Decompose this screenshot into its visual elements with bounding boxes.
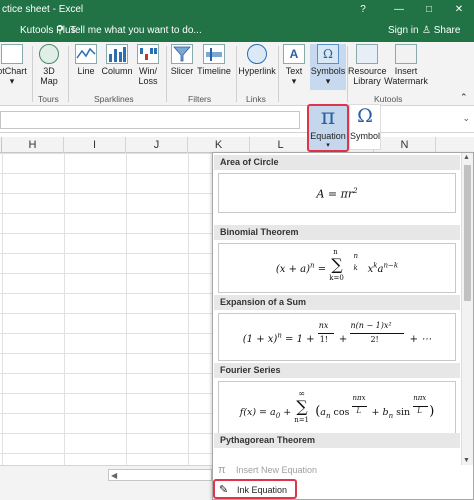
ribbon-tab-row: Kutools Plus ⚲ Tell me what you want to … [0,20,474,42]
pi-icon: π [218,464,226,476]
close-button[interactable]: ✕ [448,2,470,18]
resource-library-button[interactable]: Resource Library [348,44,387,90]
column-header-j[interactable]: J [126,137,188,153]
omega-icon: Ω [357,105,373,127]
gallery-section-header: Expansion of a Sum [214,295,460,310]
gallery-vertical-scrollbar[interactable]: ▲ ▼ [461,153,473,465]
pi-icon: π [320,105,336,130]
symbol-button-label: Symbol [350,131,381,141]
watermark-icon [395,44,417,64]
pivotchart-button[interactable]: otChart ▾ [0,44,30,90]
column-sparkline-icon [106,44,128,64]
worksheet-grid[interactable] [0,153,214,465]
ink-equation-menu-item[interactable]: ✎ Ink Equation [213,479,297,499]
group-separator [236,46,237,102]
3d-map-button[interactable]: 3D Map [34,44,64,90]
scrollbar-thumb[interactable] [464,165,471,301]
omega-icon: Ω [317,44,339,64]
timeline-button[interactable]: Timeline [196,44,232,90]
group-label-tours: Tours [38,94,59,104]
person-icon: ♙ [422,25,431,36]
globe-icon [39,44,59,64]
slicer-button[interactable]: Slicer [168,44,196,90]
column-header-i[interactable]: I [64,137,126,153]
horizontal-scrollbar[interactable]: ◀ [108,469,212,481]
minimize-button[interactable]: — [388,2,410,18]
group-separator [166,46,167,102]
column-header-h[interactable]: H [2,137,64,153]
ribbon: otChart ▾ 3D Map Tours Line Column Win/ … [0,42,474,106]
equation-expansion-of-a-sum[interactable]: (1 + x)n = 1 + nx 1! + n(n − 1)x² 2! + ⋯ [218,313,456,361]
group-label-links: Links [246,94,266,104]
gallery-section-header: Pythagorean Theorem [214,433,460,448]
group-separator [32,46,33,102]
text-box-icon: A [283,44,305,64]
share-button[interactable]: ♙ Share [422,25,460,36]
window-title: ctice sheet - Excel [2,4,84,15]
sparkline-winloss-button[interactable]: Win/ Loss [134,44,162,90]
expand-formula-bar-icon[interactable]: ⌄ [462,113,470,124]
group-label-filters: Filters [188,94,212,104]
text-button[interactable]: A Text ▾ [280,44,308,90]
equation-gallery: Area of Circle A = πr2 Binomial Theorem … [212,152,474,500]
column-header-k[interactable]: K [188,137,250,153]
formula-input[interactable] [0,111,300,129]
sparkline-column-button[interactable]: Column [100,44,134,90]
group-label-sparklines: Sparklines [94,94,134,104]
dropdown-caret-icon: ▾ [9,76,15,86]
globe-link-icon [247,44,267,64]
gallery-section-header: Binomial Theorem [214,225,460,240]
timeline-icon [203,44,225,64]
title-bar: ctice sheet - Excel ? — □ ✕ [0,0,474,20]
maximize-button[interactable]: □ [418,2,440,18]
group-separator [68,46,69,102]
column-header-row: H I J K L M N [0,137,474,153]
sheet-bottom-bar: ◀ [0,465,214,500]
dropdown-caret-icon: ▾ [325,76,331,86]
insert-watermark-button[interactable]: Insert Watermark [384,44,428,90]
gallery-section-header: Fourier Series [214,363,460,378]
dropdown-caret-icon: ▾ [326,142,330,149]
winloss-sparkline-icon [137,44,159,64]
equation-button-label: Equation [310,131,346,141]
group-separator [278,46,279,102]
insert-new-equation-menu-item[interactable]: π Insert New Equation [214,461,472,479]
equation-button[interactable]: π Equation ▾ [307,104,349,152]
collapse-ribbon-icon[interactable]: ⌃ [460,92,468,103]
ink-pen-icon: ✎ [219,484,229,496]
symbol-button[interactable]: Ω Symbol [349,104,381,150]
lightbulb-icon: ⚲ [56,24,65,36]
library-icon [356,44,378,64]
symbols-button[interactable]: Ω Symbols ▾ [310,44,346,90]
sign-in-link[interactable]: Sign in [388,25,419,36]
tell-me-search[interactable]: Tell me what you want to do... [70,25,202,36]
formula-bar: ⌄ [0,107,474,133]
group-label-kutools: Kutools [374,94,403,104]
help-button[interactable]: ? [352,2,374,18]
column-header-l[interactable]: L [250,137,312,153]
equation-binomial-theorem[interactable]: (x + a)n = n ∑ k=0 n k xkan−k [218,243,456,293]
slicer-icon [171,44,193,64]
pivotchart-icon [1,44,23,64]
scroll-up-icon[interactable]: ▲ [463,154,470,161]
scroll-left-icon[interactable]: ◀ [111,470,117,481]
equation-fourier-series[interactable]: f(x) = a0 + ∞ ∑ n=1 (an cos nπx L + bn s… [218,381,456,437]
gallery-section-header: Area of Circle [214,155,460,170]
dropdown-caret-icon: ▾ [291,76,297,86]
sparkline-line-button[interactable]: Line [72,44,100,90]
column-header-n[interactable]: N [374,137,436,153]
equation-area-of-circle[interactable]: A = πr2 [218,173,456,213]
line-sparkline-icon [75,44,97,64]
hyperlink-button[interactable]: Hyperlink [238,44,276,90]
tab-kutools-plus[interactable]: Kutools Plus [20,25,76,36]
